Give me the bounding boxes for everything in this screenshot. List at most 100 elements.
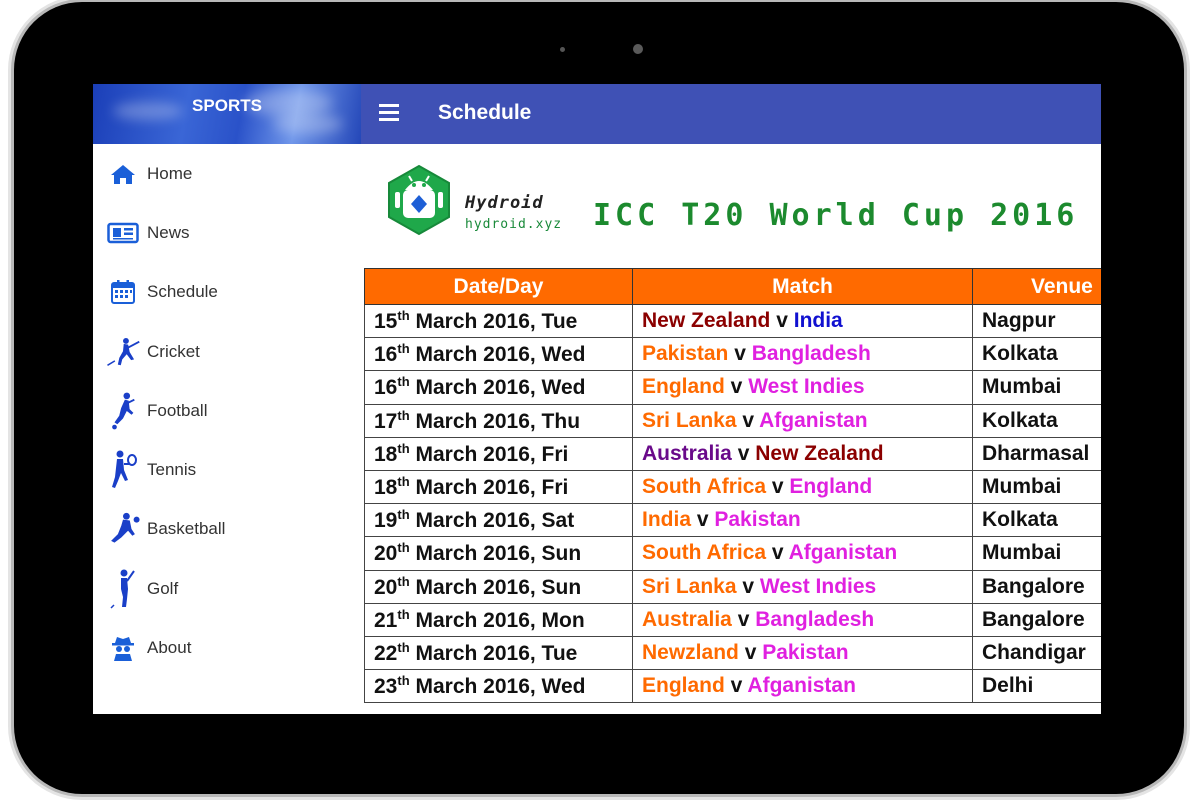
- drawer-title: SPORTS: [192, 96, 262, 115]
- date-day: 17: [374, 409, 398, 433]
- match-cell: Sri Lanka v Afganistan: [632, 403, 973, 438]
- date-suffix: th: [397, 407, 410, 423]
- venue-cell: Kolkata: [972, 337, 1101, 372]
- team-two: West Indies: [748, 375, 865, 399]
- drawer-item-football[interactable]: Football: [93, 381, 361, 440]
- drawer-item-basketball[interactable]: Basketball: [93, 500, 361, 559]
- match-cell: Australia v New Zealand: [632, 436, 973, 471]
- table-row: 17th March 2016, Thu Sri Lanka v Afganist…: [364, 403, 1101, 438]
- schedule-table: Date/Day Match Venue 15th March 2016, Tu…: [364, 268, 1101, 704]
- date-cell: 21th March 2016, Mon: [364, 602, 633, 637]
- date-cell: 22th March 2016, Tue: [364, 635, 633, 671]
- match-cell: South Africa v Afganistan: [632, 536, 973, 571]
- drawer-item-label: Cricket: [147, 341, 200, 361]
- date-cell: 18th March 2016, Fri: [364, 436, 633, 471]
- date-rest: March 2016, Sat: [409, 509, 575, 533]
- team-two: New Zealand: [755, 441, 884, 465]
- table-row: 18th March 2016, Fri South Africa v Engla…: [364, 469, 1101, 505]
- versus: v: [724, 375, 749, 399]
- date-rest: March 2016, Thu: [409, 409, 581, 433]
- drawer-item-label: Home: [147, 163, 193, 183]
- drawer-item-golf[interactable]: Golf: [93, 559, 361, 618]
- versus: v: [736, 408, 760, 432]
- date-cell: 20th March 2016, Sun: [364, 536, 633, 571]
- schedule-content: Hydroid hydroid.xyz ICC T20 World Cup 20…: [361, 144, 1101, 714]
- date-rest: March 2016, Wed: [409, 376, 586, 400]
- menu-icon[interactable]: [379, 104, 399, 121]
- drawer-item-label: Football: [147, 400, 208, 420]
- table-row: 23th March 2016, Wed England v Afganistan…: [364, 669, 1101, 704]
- date-day: 22: [374, 641, 398, 665]
- newspaper-icon: [106, 213, 140, 253]
- versus: v: [728, 342, 752, 366]
- date-rest: March 2016, Sun: [409, 542, 582, 566]
- team-one: Pakistan: [642, 342, 729, 366]
- date-cell: 17th March 2016, Thu: [364, 403, 633, 438]
- date-cell: 15th March 2016, Tue: [364, 303, 633, 339]
- team-two: Pakistan: [714, 508, 801, 532]
- date-suffix: th: [397, 606, 410, 622]
- date-rest: March 2016, Tue: [409, 310, 578, 334]
- match-cell: Australia v Bangladesh: [632, 602, 973, 637]
- column-header-venue: Venue: [972, 268, 1101, 305]
- table-row: 20th March 2016, Sun South Africa v Afgan…: [364, 536, 1101, 571]
- team-two: England: [789, 475, 873, 499]
- versus: v: [766, 541, 789, 565]
- date-suffix: th: [397, 540, 410, 556]
- drawer-item-about[interactable]: About: [93, 618, 361, 677]
- match-cell: England v West Indies: [632, 370, 973, 405]
- team-one: England: [642, 375, 725, 399]
- table-row: 20th March 2016, Sun Sri Lanka v West Ind…: [364, 569, 1101, 604]
- match-cell: New Zealand v India: [632, 303, 973, 339]
- venue-cell: Mumbai: [972, 536, 1101, 571]
- versus: v: [770, 309, 794, 333]
- match-cell: South Africa v England: [632, 469, 973, 505]
- match-cell: Pakistan v Bangladesh: [632, 337, 973, 372]
- date-suffix: th: [397, 308, 410, 324]
- table-row: 18th March 2016, Fri Australia v New Zeal…: [364, 436, 1101, 471]
- venue-cell: Bangalore: [972, 602, 1101, 637]
- match-cell: Sri Lanka v West Indies: [632, 569, 973, 604]
- versus: v: [731, 607, 756, 631]
- date-suffix: th: [397, 374, 410, 390]
- date-rest: March 2016, Wed: [409, 675, 586, 699]
- venue-cell: Chandigar: [972, 635, 1101, 671]
- drawer-item-schedule[interactable]: Schedule: [93, 263, 361, 322]
- table-row: 15th March 2016, Tue New Zealand v India N…: [364, 303, 1101, 339]
- match-cell: England v Afganistan: [632, 669, 973, 704]
- schedule-headline: ICC T20 World Cup 2016 F: [593, 198, 1101, 233]
- navigation-drawer: SPORTS Home News Schedule Cricket Football Te…: [93, 84, 362, 714]
- drawer-item-label: News: [147, 222, 190, 242]
- date-day: 20: [374, 575, 398, 599]
- date-day: 20: [374, 542, 398, 566]
- column-header-match: Match: [632, 268, 973, 305]
- team-one: New Zealand: [642, 309, 771, 333]
- drawer-item-label: Basketball: [147, 519, 226, 539]
- basketball-player-icon: [106, 509, 140, 549]
- versus: v: [738, 640, 763, 664]
- team-two: Afganistan: [759, 408, 868, 432]
- versus: v: [691, 508, 715, 532]
- table-row: 16th March 2016, Wed England v West Indie…: [364, 370, 1101, 405]
- date-day: 23: [374, 675, 398, 699]
- spy-icon: [106, 628, 140, 668]
- drawer-item-news[interactable]: News: [93, 203, 361, 262]
- logo-wordmark: Hydroid: [465, 193, 544, 213]
- calendar-icon: [106, 272, 140, 312]
- drawer-header: SPORTS: [93, 84, 361, 144]
- drawer-item-home[interactable]: Home: [93, 144, 361, 203]
- nav-list: Home News Schedule Cricket Football Tennis Bas…: [93, 144, 361, 678]
- drawer-item-label: About: [147, 638, 192, 658]
- team-two: Pakistan: [762, 640, 849, 664]
- venue-cell: Bangalore: [972, 569, 1101, 604]
- team-one: Australia: [642, 441, 732, 465]
- table-row: 22th March 2016, Tue Newzland v Pakistan C…: [364, 635, 1101, 671]
- drawer-item-cricket[interactable]: Cricket: [93, 322, 361, 381]
- table-row: 19th March 2016, Sat India v Pakistan Kolk…: [364, 503, 1101, 538]
- drawer-item-tennis[interactable]: Tennis: [93, 440, 361, 499]
- drawer-item-label: Schedule: [147, 282, 218, 302]
- date-rest: March 2016, Fri: [409, 442, 569, 466]
- drawer-item-label: Golf: [147, 578, 179, 598]
- table-row: 21th March 2016, Mon Australia v Banglade…: [364, 602, 1101, 637]
- date-suffix: th: [397, 440, 410, 456]
